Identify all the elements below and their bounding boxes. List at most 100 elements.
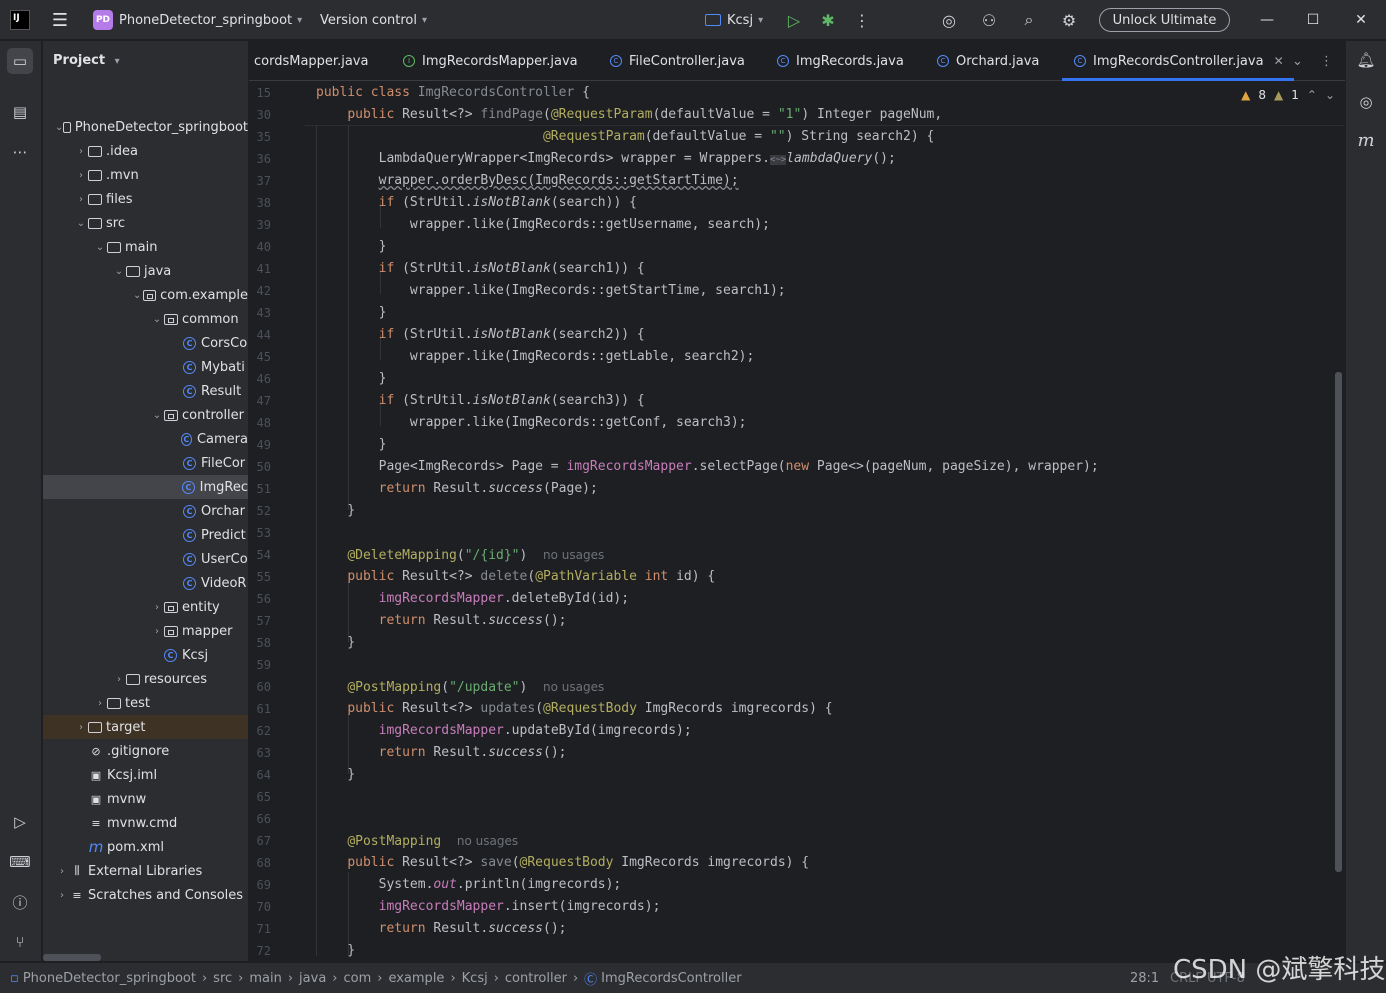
run-icon[interactable]: ▷ xyxy=(782,8,806,32)
breadcrumb-item[interactable]: com xyxy=(344,971,372,986)
more-tools-icon[interactable]: ⋯ xyxy=(7,139,33,165)
project-tool-icon[interactable]: ▭ xyxy=(7,48,33,74)
tree-item[interactable]: m pom.xml xyxy=(43,835,248,859)
editor-tab[interactable]: C FileController.java xyxy=(610,41,745,81)
next-highlight-icon[interactable]: ⌄ xyxy=(1325,88,1335,102)
tree-item[interactable]: C Camera xyxy=(43,427,248,451)
vertical-scrollbar[interactable] xyxy=(1335,372,1342,872)
tree-item[interactable]: ▣ mvnw xyxy=(43,787,248,811)
tree-item[interactable]: ⌄ com.example xyxy=(43,283,248,307)
services-icon[interactable]: ▷ xyxy=(7,809,33,835)
editor-tab[interactable]: cordsMapper.java xyxy=(254,41,368,81)
main-menu-icon[interactable]: ☰ xyxy=(50,0,70,40)
tree-item[interactable]: ⌄ common xyxy=(43,307,248,331)
debug-icon[interactable]: ✱ xyxy=(816,8,840,32)
chevron-down-icon[interactable]: ⌄ xyxy=(150,314,164,325)
tree-item[interactable]: ⌄ controller xyxy=(43,403,248,427)
tree-item[interactable]: C UserCo xyxy=(43,547,248,571)
chevron-right-icon[interactable]: › xyxy=(112,674,126,685)
tree-item[interactable]: › .idea xyxy=(43,139,248,163)
chevron-right-icon[interactable]: › xyxy=(55,890,69,901)
tree-item[interactable]: ⌄ main xyxy=(43,235,248,259)
breadcrumb-item[interactable]: src xyxy=(213,971,232,986)
chevron-right-icon[interactable]: › xyxy=(74,722,88,733)
editor-tab[interactable]: I ImgRecordsMapper.java xyxy=(403,41,578,81)
tree-item[interactable]: › files xyxy=(43,187,248,211)
chevron-down-icon[interactable]: ⌄ xyxy=(112,266,126,277)
intellij-icon[interactable]: IJ xyxy=(10,10,30,30)
search-icon[interactable]: ⌕ xyxy=(1017,8,1041,32)
caret-position[interactable]: 28:1 xyxy=(1130,963,1159,993)
minimize-icon[interactable]: — xyxy=(1244,0,1290,40)
tree-item[interactable]: › entity xyxy=(43,595,248,619)
maximize-icon[interactable]: ☐ xyxy=(1290,0,1336,40)
breadcrumb-item[interactable]: main xyxy=(249,971,281,986)
ai-assistant-icon[interactable]: ◎ xyxy=(937,8,961,32)
breadcrumb-item[interactable]: ImgRecordsController xyxy=(601,971,741,986)
tabs-dropdown-icon[interactable]: ⌄ xyxy=(1292,41,1303,81)
tree-item[interactable]: C FileCor xyxy=(43,451,248,475)
project-switcher[interactable]: PD PhoneDetector_springboot ▾ xyxy=(93,0,302,40)
chevron-down-icon[interactable]: ⌄ xyxy=(150,410,164,421)
breadcrumb-item[interactable]: controller xyxy=(505,971,567,986)
chevron-down-icon[interactable]: ⌄ xyxy=(131,290,143,301)
chevron-down-icon[interactable]: ⌄ xyxy=(55,122,63,133)
tree-item[interactable]: C Mybati xyxy=(43,355,248,379)
breadcrumb-item[interactable]: example xyxy=(388,971,444,986)
tree-item[interactable]: ⌄ java xyxy=(43,259,248,283)
inspection-widget[interactable]: ▲ 8 ▲ 1 ⌃ ⌄ xyxy=(1241,88,1335,102)
settings-gear-icon[interactable]: ⚙ xyxy=(1057,8,1081,32)
problems-icon[interactable]: ⓘ xyxy=(7,889,33,915)
tree-item[interactable]: C Orchar xyxy=(43,499,248,523)
editor-tab[interactable]: C ImgRecordsController.java ✕ xyxy=(1062,41,1294,81)
code-editor[interactable]: public class ImgRecordsController { publ… xyxy=(305,82,1345,961)
tree-item[interactable]: ⌄ PhoneDetector_springboot xyxy=(43,115,248,139)
notifications-icon[interactable]: 🔔︎ xyxy=(1353,47,1379,73)
run-config-selector[interactable]: Kcsj ▾ xyxy=(705,0,763,40)
tree-item[interactable]: C ImgRec xyxy=(43,475,248,499)
breadcrumb-item[interactable]: Kcsj xyxy=(462,971,488,986)
more-actions-icon[interactable]: ⋮ xyxy=(850,8,874,32)
chevron-right-icon[interactable]: › xyxy=(150,626,164,637)
chevron-right-icon[interactable]: › xyxy=(74,194,88,205)
tree-item[interactable]: C Predict xyxy=(43,523,248,547)
chevron-right-icon[interactable]: › xyxy=(74,170,88,181)
tree-item[interactable]: ⌄ src xyxy=(43,211,248,235)
tree-item[interactable]: C VideoR xyxy=(43,571,248,595)
tabs-more-icon[interactable]: ⋮ xyxy=(1320,41,1333,81)
unlock-ultimate-button[interactable]: Unlock Ultimate xyxy=(1099,8,1230,32)
tree-item[interactable]: › test xyxy=(43,691,248,715)
chevron-right-icon[interactable]: › xyxy=(93,698,107,709)
terminal-icon[interactable]: ⌨ xyxy=(7,849,33,875)
ai-chat-icon[interactable]: ◎ xyxy=(1353,89,1379,115)
previous-highlight-icon[interactable]: ⌃ xyxy=(1307,88,1317,102)
tree-item[interactable]: C CorsCo xyxy=(43,331,248,355)
breadcrumb-item[interactable]: java xyxy=(299,971,326,986)
add-user-icon[interactable]: ⚇ xyxy=(977,8,1001,32)
tree-item[interactable]: ⊘ .gitignore xyxy=(43,739,248,763)
structure-tool-icon[interactable]: ▤ xyxy=(7,99,33,125)
close-icon[interactable]: ✕ xyxy=(1338,0,1384,40)
tree-item[interactable]: C Kcsj xyxy=(43,643,248,667)
maven-icon[interactable]: m xyxy=(1353,127,1379,153)
tree-item[interactable]: › mapper xyxy=(43,619,248,643)
vcs-menu[interactable]: Version control ▾ xyxy=(320,0,427,40)
chevron-down-icon[interactable]: ⌄ xyxy=(93,242,107,253)
tree-item[interactable]: › .mvn xyxy=(43,163,248,187)
tree-item[interactable]: › ≡ Scratches and Consoles xyxy=(43,883,248,907)
breadcrumb-item[interactable]: PhoneDetector_springboot xyxy=(23,971,196,986)
horizontal-scrollbar[interactable] xyxy=(43,954,101,961)
git-icon[interactable]: ⑂ xyxy=(7,929,33,955)
tree-item[interactable]: › ⫼ External Libraries xyxy=(43,859,248,883)
chevron-right-icon[interactable]: › xyxy=(55,866,69,877)
chevron-down-icon[interactable]: ⌄ xyxy=(74,218,88,229)
tree-item[interactable]: › target xyxy=(43,715,248,739)
close-tab-icon[interactable]: ✕ xyxy=(1274,54,1284,68)
chevron-right-icon[interactable]: › xyxy=(150,602,164,613)
tree-item[interactable]: ▣ Kcsj.iml xyxy=(43,763,248,787)
project-panel-title[interactable]: Project ▾ xyxy=(53,53,120,68)
editor-tab[interactable]: C ImgRecords.java xyxy=(777,41,904,81)
tree-item[interactable]: C Result xyxy=(43,379,248,403)
tree-item[interactable]: › resources xyxy=(43,667,248,691)
chevron-right-icon[interactable]: › xyxy=(74,146,88,157)
